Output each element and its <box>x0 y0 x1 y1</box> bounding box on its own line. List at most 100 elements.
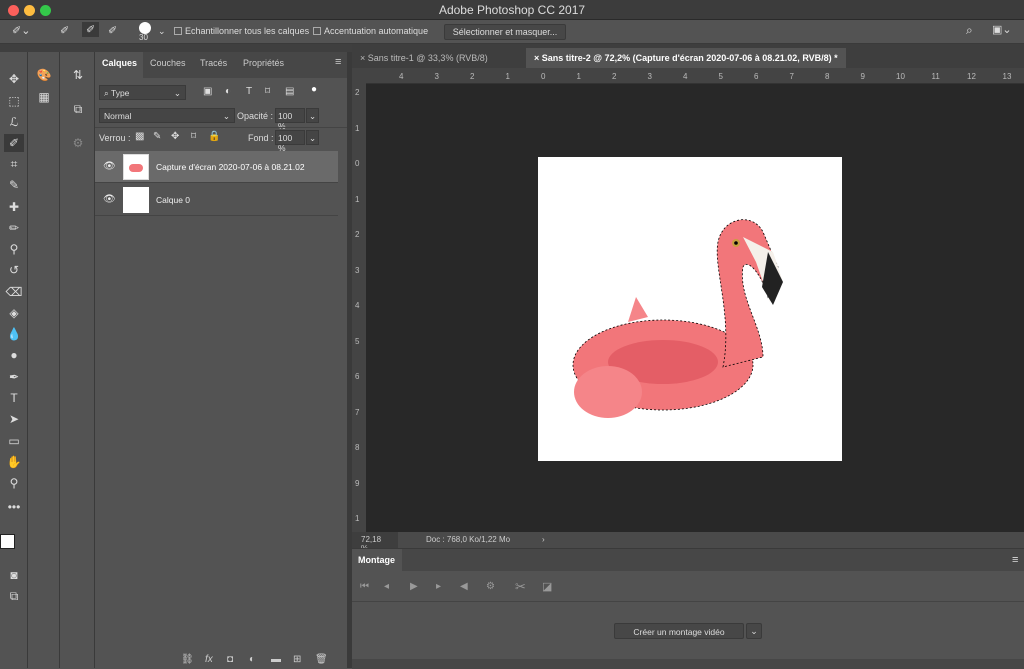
zoom-tool-icon[interactable]: ⚲ <box>4 474 24 492</box>
brush-dropdown-icon[interactable]: ⌄ <box>158 26 166 37</box>
split-scissors-icon[interactable]: ✂ <box>515 579 526 595</box>
filter-smart-object-icon[interactable]: ▤ <box>285 86 294 97</box>
status-menu-arrow-icon[interactable]: › <box>542 535 545 544</box>
more-tools-icon[interactable]: ••• <box>4 498 24 516</box>
tab-traces[interactable]: Tracés <box>200 58 227 68</box>
document-tab-2[interactable]: × Sans titre-2 @ 72,2% (Capture d'écran … <box>526 48 846 68</box>
ruler-tick-label: 5 <box>718 72 723 81</box>
stamp-tool-icon[interactable]: ⚲ <box>4 240 24 258</box>
canvas[interactable] <box>366 84 1024 532</box>
filter-type-icon[interactable]: T <box>246 86 252 97</box>
clone-source-icon[interactable]: ⧉ <box>68 100 88 118</box>
history-brush-icon[interactable]: ↺ <box>4 261 24 279</box>
lasso-tool-icon[interactable]: ℒ <box>4 113 24 131</box>
blend-mode-select[interactable]: Normal ⌄ <box>99 108 235 123</box>
color-palette-icon[interactable]: 🎨 <box>34 66 54 84</box>
lock-position-icon[interactable]: ✥ <box>171 131 179 142</box>
lock-transparency-icon[interactable]: ▩ <box>135 131 144 142</box>
select-and-mask-button[interactable]: Sélectionner et masquer... <box>444 24 566 40</box>
zoom-level-input[interactable]: 72,18 % <box>352 532 398 553</box>
blur-tool-icon[interactable]: 💧 <box>4 325 24 343</box>
tab-couches[interactable]: Couches <box>150 58 186 68</box>
audio-icon[interactable]: ◀ <box>460 581 468 592</box>
opacity-input[interactable]: 100 % <box>275 108 305 131</box>
visibility-eye-icon[interactable]: 👁 <box>103 194 116 205</box>
lock-artboard-icon[interactable]: ⌑ <box>191 131 196 142</box>
play-icon[interactable]: ▶ <box>410 581 418 592</box>
panel-collapse-strip <box>0 44 352 52</box>
panel-menu-icon[interactable]: ≡ <box>335 56 341 68</box>
foreground-color-swatch[interactable] <box>0 534 15 549</box>
timeline-menu-icon[interactable]: ≡ <box>1012 554 1018 566</box>
adjustment-layer-icon[interactable]: ◐ <box>249 654 255 665</box>
delete-layer-icon[interactable]: 🗑 <box>315 654 328 665</box>
quick-selection-tool-icon[interactable]: ✐ <box>4 134 24 152</box>
pen-tool-icon[interactable]: ✒ <box>4 368 24 386</box>
transition-icon[interactable]: ◪ <box>542 580 552 593</box>
tab-montage[interactable]: Montage <box>352 549 402 571</box>
ruler-tick-label: 2 <box>355 88 360 97</box>
previous-frame-icon[interactable]: ◂ <box>384 581 389 592</box>
filter-adjustment-icon[interactable]: ◐ <box>225 86 231 97</box>
layer-name[interactable]: Capture d'écran 2020-07-06 à 08.21.02 <box>156 162 305 172</box>
type-tool-icon[interactable]: T <box>4 389 24 407</box>
auto-enhance-checkbox[interactable]: Accentuation automatique <box>313 26 428 36</box>
document-tab-1[interactable]: × Sans titre-1 @ 33,3% (RVB/8) <box>352 48 496 68</box>
layers-panel: Calques Couches Tracés Propriétés ≡ ⌕ Ty… <box>95 52 347 668</box>
close-tab-icon[interactable]: × <box>360 53 368 63</box>
layer-row-calque-0[interactable]: 👁 Calque 0 <box>95 184 338 216</box>
tab-calques[interactable]: Calques <box>102 58 137 68</box>
next-frame-icon[interactable]: ▸ <box>436 581 441 592</box>
layer-name[interactable]: Calque 0 <box>156 195 190 205</box>
search-icon[interactable]: ⌕ <box>966 23 973 38</box>
screen-mode-icon[interactable]: ⧉ <box>4 587 24 605</box>
timeline-type-dropdown[interactable]: ⌄ <box>746 623 762 639</box>
dodge-tool-icon[interactable]: ● <box>4 346 24 364</box>
healing-tool-icon[interactable]: ✚ <box>4 198 24 216</box>
document-image[interactable] <box>538 157 842 461</box>
history-icon[interactable]: ⇅ <box>68 66 88 84</box>
fx-icon[interactable]: fx <box>205 654 213 665</box>
marquee-tool-icon[interactable]: ⬚ <box>4 92 24 110</box>
new-layer-icon[interactable]: ⊞ <box>293 654 301 665</box>
settings-gear-icon[interactable]: ⚙ <box>486 581 495 592</box>
swatches-grid-icon[interactable]: ▦ <box>34 88 54 106</box>
filter-toggle-icon[interactable]: ● <box>311 84 317 95</box>
path-selection-icon[interactable]: ➤ <box>4 410 24 428</box>
ruler-tick-label: 4 <box>683 72 688 81</box>
sample-all-layers-checkbox[interactable]: Echantillonner tous les calques <box>174 26 309 36</box>
link-layers-icon[interactable]: ⛓ <box>181 654 194 665</box>
add-to-selection-icon[interactable]: ✐ <box>82 22 100 37</box>
new-selection-icon[interactable]: ✐ <box>60 24 69 37</box>
eyedropper-tool-icon[interactable]: ✎ <box>4 176 24 194</box>
quick-mask-icon[interactable]: ◙ <box>4 566 24 584</box>
lock-pixels-icon[interactable]: ✎ <box>153 131 161 142</box>
app-title: Adobe Photoshop CC 2017 <box>438 3 586 17</box>
lock-all-icon[interactable]: 🔒 <box>208 131 220 142</box>
filter-pixel-icon[interactable]: ▣ <box>203 86 212 97</box>
hand-tool-icon[interactable]: ✋ <box>4 453 24 471</box>
workspace-icon[interactable]: ▣⌄ <box>992 23 1012 36</box>
tab-proprietes[interactable]: Propriétés <box>243 58 284 68</box>
group-folder-icon[interactable]: ▬ <box>271 654 281 665</box>
paint-bucket-icon[interactable]: ◈ <box>4 304 24 322</box>
rectangle-tool-icon[interactable]: ▭ <box>4 432 24 450</box>
layer-filter-select[interactable]: ⌕ Type ⌄ <box>99 85 186 100</box>
opacity-dropdown[interactable]: ⌄ <box>306 108 319 123</box>
move-tool-icon[interactable]: ✥ <box>4 70 24 88</box>
fill-input[interactable]: 100 % <box>275 130 305 153</box>
3d-icon[interactable]: ⚙ <box>68 134 88 152</box>
visibility-eye-icon[interactable]: 👁 <box>103 161 116 172</box>
filter-shape-icon[interactable]: ⌑ <box>265 86 270 97</box>
crop-tool-icon[interactable]: ⌗ <box>4 155 24 173</box>
layer-row-capture[interactable]: 👁 Capture d'écran 2020-07-06 à 08.21.02 <box>95 151 338 183</box>
close-tab-icon[interactable]: × <box>534 53 542 63</box>
go-to-first-frame-icon[interactable]: ⏮ <box>360 581 369 592</box>
fill-dropdown[interactable]: ⌄ <box>306 130 319 145</box>
eraser-tool-icon[interactable]: ⌫ <box>4 283 24 301</box>
create-video-timeline-button[interactable]: Créer un montage vidéo <box>614 623 744 639</box>
brush-tool-icon[interactable]: ✏ <box>4 219 24 237</box>
add-mask-icon[interactable]: ◘ <box>227 654 233 665</box>
quick-selection-preset-icon[interactable]: ✐⌄ <box>12 24 30 37</box>
subtract-selection-icon[interactable]: ✐ <box>108 24 117 37</box>
